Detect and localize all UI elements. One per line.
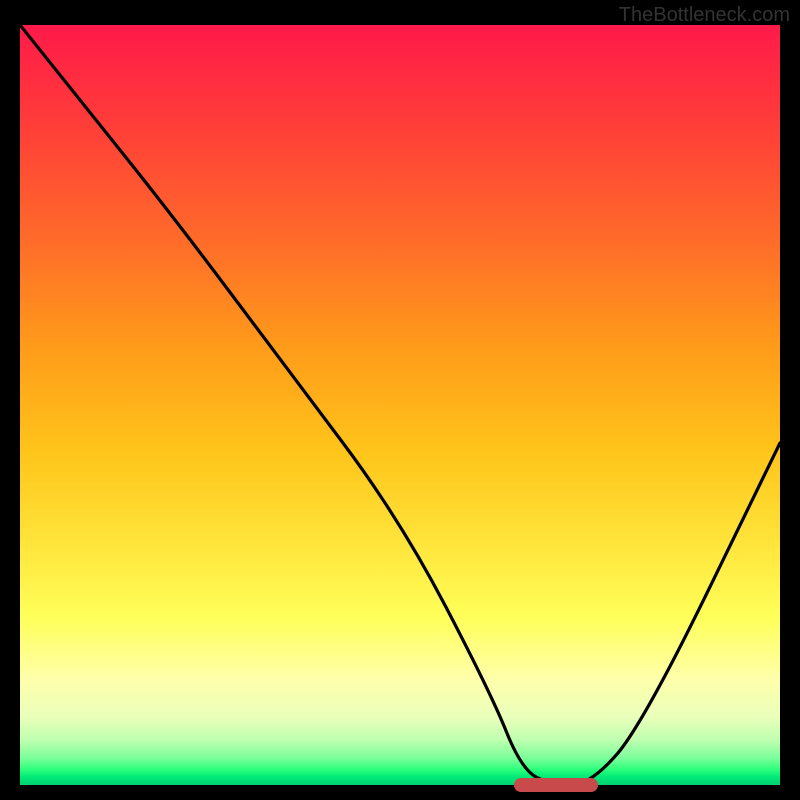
bottleneck-curve-path xyxy=(20,25,780,785)
chart-container: TheBottleneck.com xyxy=(0,0,800,800)
plot-area xyxy=(20,25,780,785)
optimal-marker xyxy=(514,778,598,792)
watermark-text: TheBottleneck.com xyxy=(619,4,790,27)
curve-svg xyxy=(20,25,780,785)
